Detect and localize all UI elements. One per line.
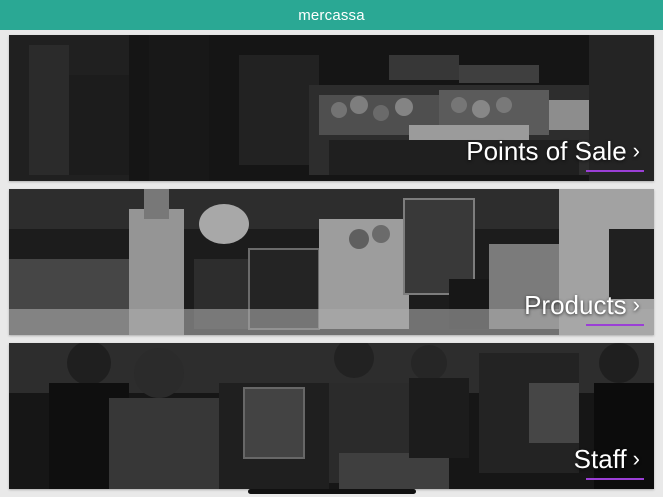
chevron-right-icon: › xyxy=(632,137,640,163)
home-indicator[interactable] xyxy=(248,489,416,494)
staff-text: Staff xyxy=(573,444,627,474)
chevron-right-icon: › xyxy=(632,445,640,471)
products-label: Products › xyxy=(524,290,640,321)
products-text: Products xyxy=(524,290,627,320)
points-of-sale-card[interactable]: Points of Sale › xyxy=(9,35,654,181)
staff-label: Staff › xyxy=(574,444,640,475)
accent-underline xyxy=(586,170,644,172)
accent-underline xyxy=(586,324,644,326)
chevron-right-icon: › xyxy=(632,291,640,317)
products-card[interactable]: Products › xyxy=(9,189,654,335)
staff-card[interactable]: Staff › xyxy=(9,343,654,489)
cashier-counter-photo xyxy=(9,343,654,489)
points-of-sale-label: Points of Sale › xyxy=(466,136,640,167)
app-title: mercassa xyxy=(298,6,365,24)
app-header: mercassa xyxy=(0,0,663,30)
points-of-sale-text: Points of Sale xyxy=(466,136,627,166)
accent-underline xyxy=(586,478,644,480)
